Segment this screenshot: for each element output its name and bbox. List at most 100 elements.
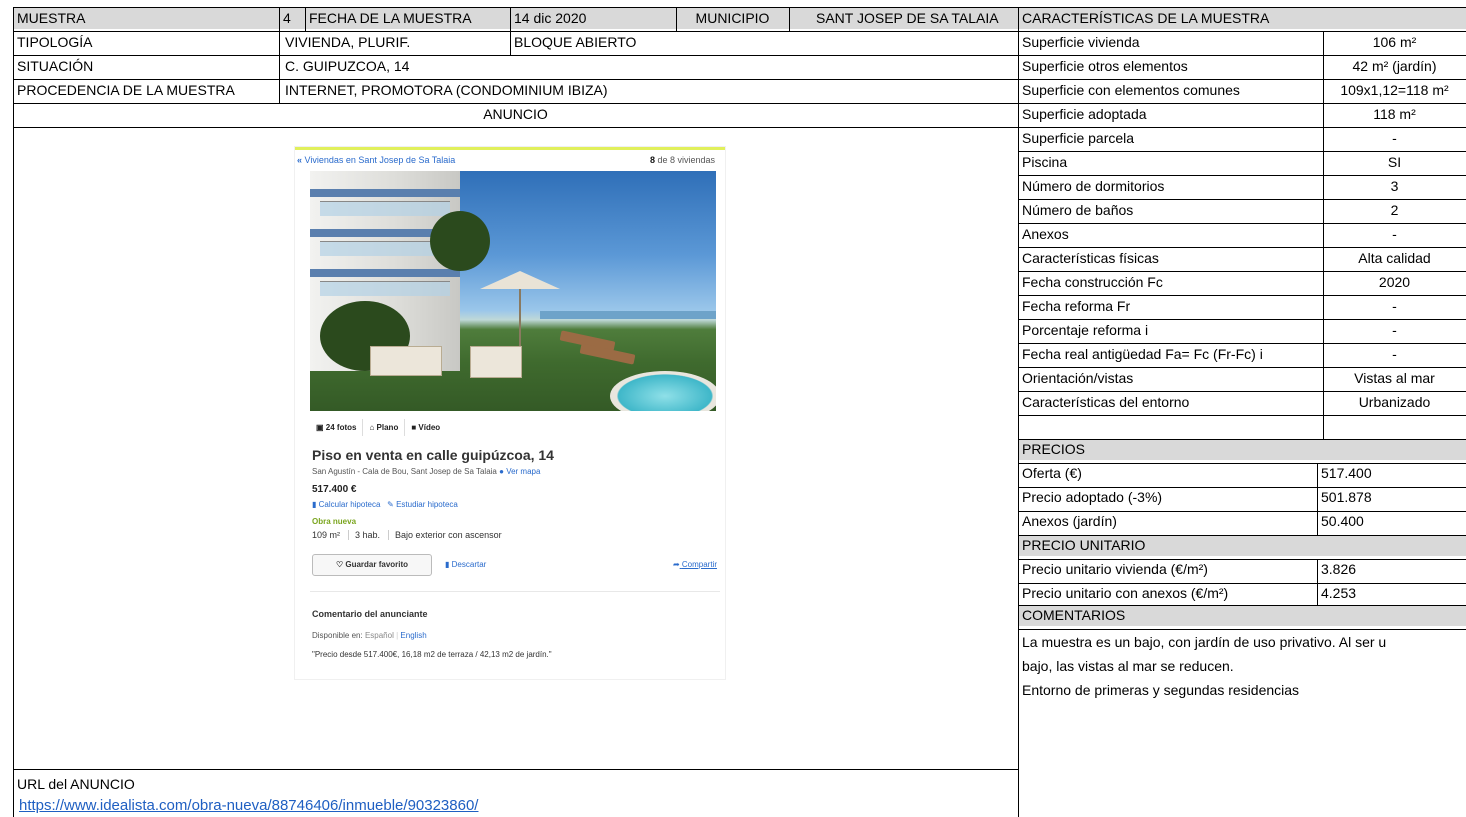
photo-sea (540, 311, 716, 319)
tipologia-extra: BLOQUE ABIERTO (514, 34, 637, 50)
char-label: Características del entorno (1022, 394, 1190, 410)
grid-line-h (13, 7, 1466, 8)
tab-video[interactable]: ■ Vídeo (405, 419, 446, 436)
grid-line-h (1018, 175, 1466, 176)
caracteristicas-title: CARACTERÍSTICAS DE LA MUESTRA (1022, 10, 1270, 26)
grid-line-v (1323, 31, 1324, 439)
char-value: 42 m² (jardín) (1352, 58, 1437, 74)
precio-label: Anexos (jardín) (1022, 513, 1117, 529)
char-label: Superficie adoptada (1022, 106, 1147, 122)
grid-line-h (1018, 535, 1466, 536)
detail-area: 109 m² (312, 530, 350, 540)
comentario-line: La muestra es un bajo, con jardín de uso… (1022, 634, 1387, 650)
calc-mortgage-link[interactable]: Calcular hipoteca (319, 500, 381, 509)
unitario-label: Precio unitario vivienda (€/m²) (1022, 561, 1208, 577)
tab-plan-label[interactable]: Plano (377, 423, 399, 432)
lang-en[interactable]: English (400, 631, 426, 640)
grid-line-h (1018, 319, 1466, 320)
discard-label[interactable]: Descartar (452, 560, 487, 569)
muestra-number: 4 (283, 10, 291, 26)
grid-line-h (1018, 629, 1466, 630)
listing-price: 517.400 € (312, 484, 357, 495)
grid-line-h (13, 55, 1466, 56)
char-label: Superficie vivienda (1022, 34, 1140, 50)
property-photo[interactable] (310, 171, 716, 411)
listing-accent-bar (295, 147, 725, 150)
grid-line-h (1018, 151, 1466, 152)
grid-line-h (1018, 367, 1466, 368)
grid-line-v (1018, 7, 1019, 817)
char-label: Superficie otros elementos (1022, 58, 1188, 74)
discard-button[interactable]: ▮ Descartar (445, 560, 486, 569)
tab-video-label[interactable]: Vídeo (418, 423, 440, 432)
study-mortgage-link[interactable]: Estudiar hipoteca (396, 500, 458, 509)
grid-line-h (1018, 439, 1466, 440)
char-value: 106 m² (1372, 34, 1417, 50)
comentario-line: Entorno de primeras y segundas residenci… (1022, 682, 1300, 698)
grid-line-h (1018, 605, 1466, 606)
char-value: 3 (1390, 178, 1399, 194)
grid-line-h (1018, 223, 1466, 224)
fecha-label: FECHA DE LA MUESTRA (309, 10, 472, 26)
available-label: Disponible en: (312, 631, 363, 640)
listing-back-label[interactable]: Viviendas en Sant Josep de Sa Talaia (305, 155, 456, 165)
listing-details: 109 m² 3 hab. Bajo exterior con ascensor (312, 530, 516, 540)
listing-title: Piso en venta en calle guipúzcoa, 14 (312, 447, 554, 463)
photo-palm (430, 211, 490, 271)
pencil-icon: ✎ (387, 500, 394, 509)
precio-label: Precio adoptado (-3%) (1022, 489, 1163, 505)
listing-location: San Agustín - Cala de Bou, Sant Josep de… (312, 467, 540, 476)
double-chevron-left-icon: « (297, 155, 303, 165)
tab-photos-label[interactable]: 24 fotos (326, 423, 357, 432)
tab-plan[interactable]: ⌂ Plano (363, 419, 406, 436)
lang-es[interactable]: Español (365, 631, 394, 640)
listing-back-link[interactable]: « Viviendas en Sant Josep de Sa Talaia (297, 155, 455, 165)
map-pin-icon[interactable]: ● (499, 467, 504, 476)
photo-sofa (470, 346, 522, 378)
char-label: Orientación/vistas (1022, 370, 1134, 386)
photo-band (310, 189, 460, 197)
save-favorite-label[interactable]: Guardar favorito (345, 560, 408, 569)
grid-line-h (1018, 559, 1466, 560)
grid-line-h (1018, 511, 1466, 512)
new-build-badge: Obra nueva (312, 517, 357, 526)
detail-rooms: 3 hab. (355, 530, 390, 540)
tipologia-value: VIVIENDA, PLURIF. (285, 34, 411, 50)
char-value: 2020 (1378, 274, 1411, 290)
comentarios-title: COMENTARIOS (1022, 607, 1126, 623)
listing-screenshot: « Viviendas en Sant Josep de Sa Talaia 8… (295, 147, 725, 679)
listing-divider (310, 591, 720, 592)
char-value: 2 (1390, 202, 1399, 218)
comentarios-text: La muestra es un bajo, con jardín de uso… (1018, 630, 1466, 702)
comentario-line: bajo, las vistas al mar se reducen. (1022, 658, 1234, 674)
municipio-value: SANT JOSEP DE SA TALAIA (816, 10, 999, 26)
char-value: Vistas al mar (1354, 370, 1435, 386)
municipio-label: MUNICIPIO (695, 10, 770, 26)
share-button[interactable]: ➦ Compartir (673, 560, 717, 569)
char-value: - (1392, 346, 1397, 362)
fecha-value: 14 dic 2020 (514, 10, 587, 26)
grid-line-h (1018, 583, 1466, 584)
listing-count: 8 de 8 viviendas (650, 155, 715, 165)
url-link[interactable]: https://www.idealista.com/obra-nueva/887… (13, 796, 813, 816)
grid-line-h (1018, 415, 1466, 416)
muestra-label: MUESTRA (17, 10, 86, 26)
advertiser-quote: "Precio desde 517.400€, 16,18 m2 de terr… (312, 650, 552, 659)
grid-line-v (1317, 559, 1318, 605)
char-label: Número de dormitorios (1022, 178, 1165, 194)
map-link[interactable]: Ver mapa (506, 467, 540, 476)
url-text[interactable]: https://www.idealista.com/obra-nueva/887… (19, 797, 478, 814)
char-value: SI (1387, 154, 1402, 170)
procedencia-value: INTERNET, PROMOTORA (CONDOMINIUM IBIZA) (285, 82, 608, 98)
share-label[interactable]: Compartir (682, 560, 717, 569)
tab-photos[interactable]: ▣ 24 fotos (310, 419, 364, 436)
detail-floor: Bajo exterior con ascensor (395, 530, 502, 540)
unitario-label: Precio unitario con anexos (€/m²) (1022, 585, 1229, 601)
save-favorite-button[interactable]: ♡ Guardar favorito (312, 554, 432, 576)
unitario-value: 3.826 (1321, 561, 1357, 577)
char-value: 118 m² (1373, 106, 1416, 122)
url-label: URL del ANUNCIO (17, 776, 135, 792)
anuncio-label: ANUNCIO (483, 106, 548, 122)
photo-sofa (370, 346, 442, 376)
comment-title: Comentario del anunciante (312, 609, 428, 619)
